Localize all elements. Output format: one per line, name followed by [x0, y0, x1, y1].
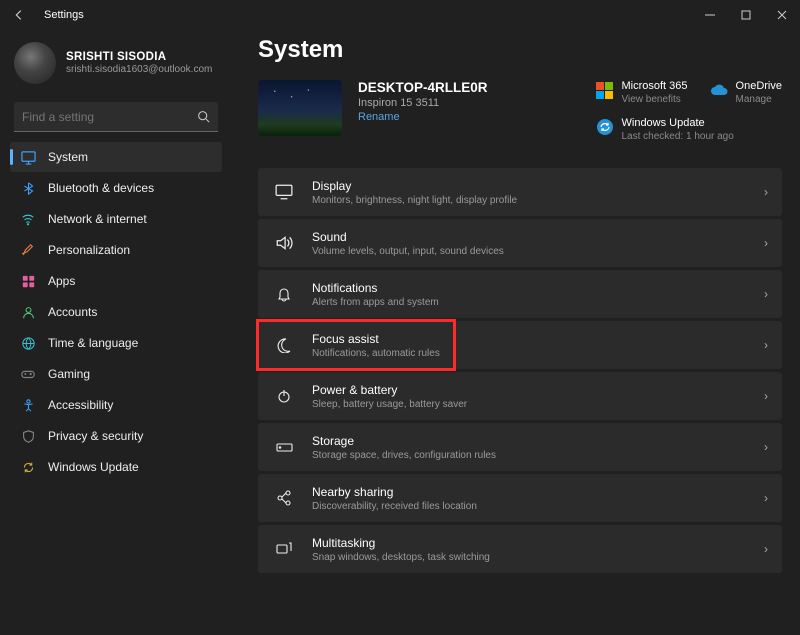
power-icon [272, 388, 296, 404]
search-icon [197, 110, 210, 123]
moon-icon [272, 337, 296, 353]
storage-icon [272, 440, 296, 454]
page-title: System [258, 36, 782, 64]
maximize-button[interactable] [728, 0, 764, 30]
list-item-nearby[interactable]: Nearby sharingDiscoverability, received … [258, 474, 782, 522]
profile-block[interactable]: SRISHTI SISODIA srishti.sisodia1603@outl… [8, 36, 224, 98]
nav-list: System Bluetooth & devices Network & int… [8, 142, 224, 482]
profile-email: srishti.sisodia1603@outlook.com [66, 64, 212, 75]
back-button[interactable] [12, 8, 38, 22]
bell-icon [272, 286, 296, 302]
sidebar-item-apps[interactable]: Apps [10, 266, 222, 296]
sidebar-item-update[interactable]: Windows Update [10, 452, 222, 482]
avatar [14, 42, 56, 84]
chevron-right-icon: › [764, 440, 768, 454]
sidebar-item-label: Personalization [48, 243, 130, 257]
system-icon [18, 150, 38, 165]
sidebar-item-gaming[interactable]: Gaming [10, 359, 222, 389]
search-input[interactable] [22, 110, 197, 124]
device-model: Inspiron 15 3511 [358, 97, 488, 109]
sidebar-item-label: Network & internet [48, 212, 147, 226]
quick-update[interactable]: Windows UpdateLast checked: 1 hour ago [596, 117, 783, 142]
person-icon [18, 306, 38, 319]
sidebar-item-system[interactable]: System [10, 142, 222, 172]
main-content: System DESKTOP-4RLLE0R Inspiron 15 3511 … [228, 30, 800, 635]
sidebar-item-label: Bluetooth & devices [48, 181, 154, 195]
gamepad-icon [18, 367, 38, 381]
chevron-right-icon: › [764, 542, 768, 556]
window-title: Settings [44, 9, 84, 21]
wifi-icon [18, 212, 38, 226]
rename-link[interactable]: Rename [358, 111, 488, 123]
sidebar-item-label: Accessibility [48, 398, 113, 412]
microsoft-logo-icon [596, 81, 614, 99]
sidebar-item-label: System [48, 150, 88, 164]
shield-icon [18, 430, 38, 443]
sidebar-item-network[interactable]: Network & internet [10, 204, 222, 234]
list-item-sound[interactable]: SoundVolume levels, output, input, sound… [258, 219, 782, 267]
search-box[interactable] [14, 102, 218, 132]
sidebar-item-privacy[interactable]: Privacy & security [10, 421, 222, 451]
chevron-right-icon: › [764, 236, 768, 250]
device-header: DESKTOP-4RLLE0R Inspiron 15 3511 Rename … [258, 80, 782, 142]
sidebar-item-label: Windows Update [48, 460, 139, 474]
profile-name: SRISHTI SISODIA [66, 51, 212, 63]
sidebar: SRISHTI SISODIA srishti.sisodia1603@outl… [0, 30, 228, 635]
close-button[interactable] [764, 0, 800, 30]
sidebar-item-label: Accounts [48, 305, 97, 319]
minimize-button[interactable] [692, 0, 728, 30]
system-settings-list: DisplayMonitors, brightness, night light… [258, 168, 782, 573]
update-icon [18, 461, 38, 474]
list-item-power[interactable]: Power & batterySleep, battery usage, bat… [258, 372, 782, 420]
sidebar-item-label: Gaming [48, 367, 90, 381]
list-item-storage[interactable]: StorageStorage space, drives, configurat… [258, 423, 782, 471]
quick-m365[interactable]: Microsoft 365View benefits [596, 80, 688, 105]
list-item-focus-assist[interactable]: Focus assistNotifications, automatic rul… [258, 321, 782, 369]
list-item-notifications[interactable]: NotificationsAlerts from apps and system… [258, 270, 782, 318]
sidebar-item-time[interactable]: Time & language [10, 328, 222, 358]
sidebar-item-accessibility[interactable]: Accessibility [10, 390, 222, 420]
multitasking-icon [272, 542, 296, 556]
sidebar-item-bluetooth[interactable]: Bluetooth & devices [10, 173, 222, 203]
sidebar-item-accounts[interactable]: Accounts [10, 297, 222, 327]
chevron-right-icon: › [764, 491, 768, 505]
display-icon [272, 183, 296, 201]
bluetooth-icon [18, 182, 38, 195]
quick-onedrive[interactable]: OneDriveManage [710, 80, 782, 105]
sidebar-item-personalization[interactable]: Personalization [10, 235, 222, 265]
brush-icon [18, 243, 38, 257]
chevron-right-icon: › [764, 287, 768, 301]
cloud-icon [710, 81, 728, 99]
share-icon [272, 490, 296, 506]
title-bar: Settings [0, 0, 800, 30]
globe-icon [18, 337, 38, 350]
desktop-thumbnail[interactable] [258, 80, 342, 136]
sound-icon [272, 234, 296, 252]
accessibility-icon [18, 399, 38, 412]
chevron-right-icon: › [764, 338, 768, 352]
sidebar-item-label: Privacy & security [48, 429, 143, 443]
sidebar-item-label: Apps [48, 274, 75, 288]
list-item-multitasking[interactable]: MultitaskingSnap windows, desktops, task… [258, 525, 782, 573]
list-item-display[interactable]: DisplayMonitors, brightness, night light… [258, 168, 782, 216]
apps-icon [18, 275, 38, 288]
device-name: DESKTOP-4RLLE0R [358, 80, 488, 95]
chevron-right-icon: › [764, 185, 768, 199]
update-icon [596, 118, 614, 136]
sidebar-item-label: Time & language [48, 336, 138, 350]
chevron-right-icon: › [764, 389, 768, 403]
